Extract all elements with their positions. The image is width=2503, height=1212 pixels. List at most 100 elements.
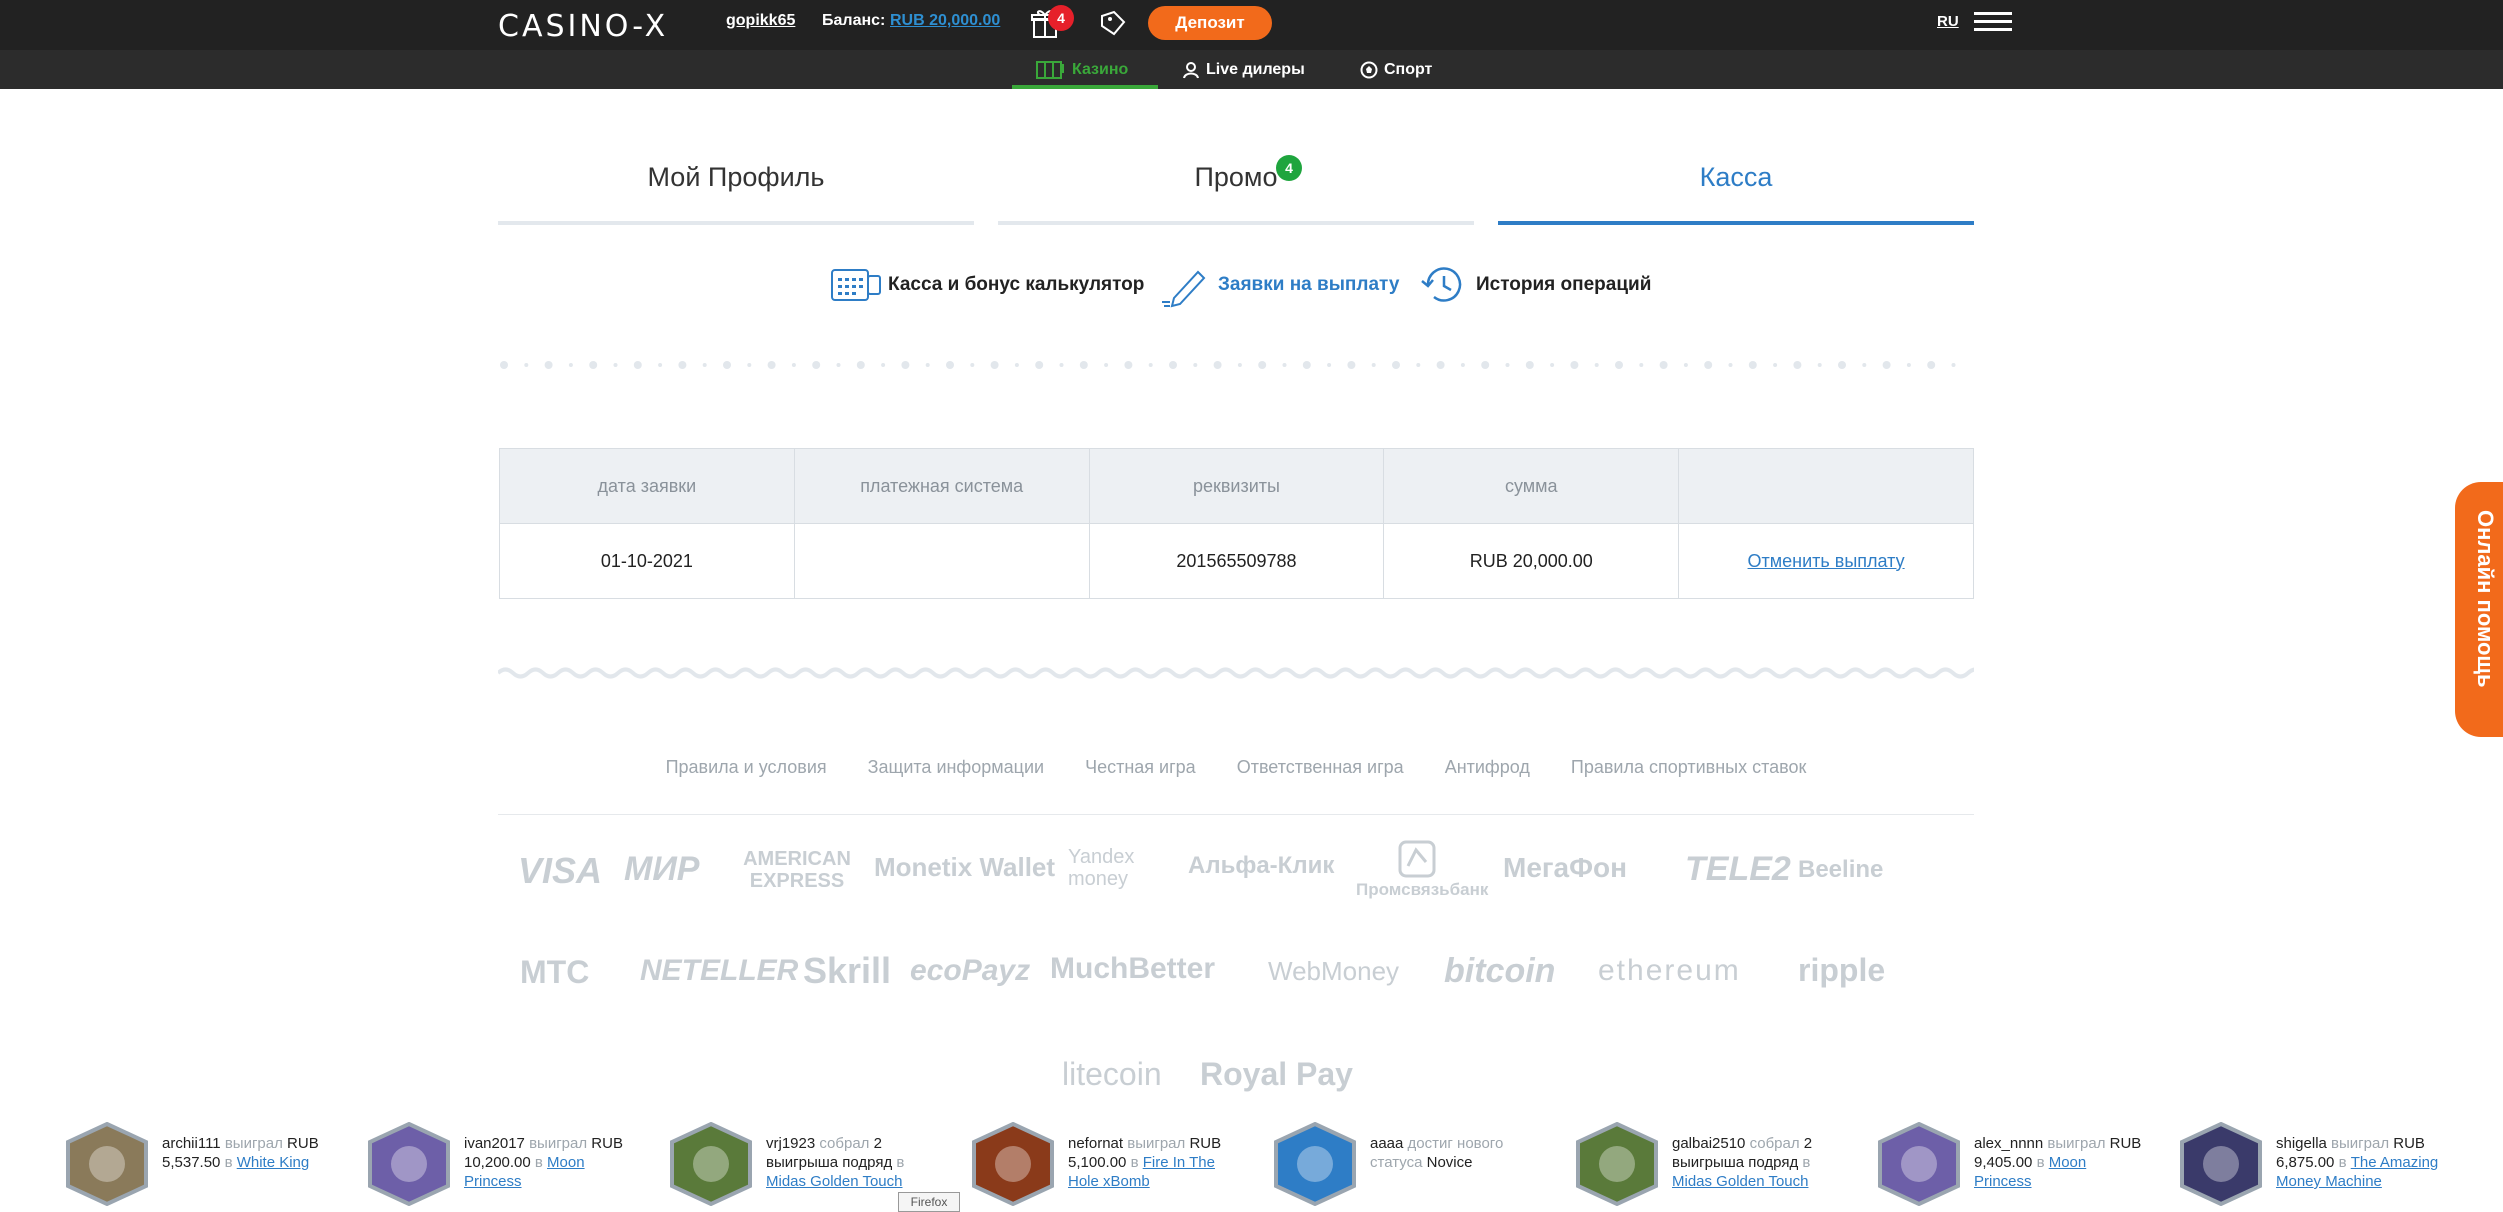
table-row: 01-10-2021 201565509788 RUB 20,000.00 От… bbox=[499, 523, 1974, 599]
game-thumbnail-icon[interactable] bbox=[968, 1122, 1058, 1206]
nav-live-dealers[interactable]: Live дилеры bbox=[1182, 50, 1305, 89]
balance-label: Баланс: bbox=[822, 12, 886, 29]
game-thumbnail-icon[interactable] bbox=[62, 1122, 152, 1206]
webmoney-logo: WebMoney bbox=[1268, 956, 1400, 986]
royal-pay-logo: Royal Pay bbox=[1200, 1056, 1353, 1092]
column-header bbox=[1678, 448, 1974, 524]
account-tabs: Мой Профиль Промо Касса bbox=[498, 140, 1974, 225]
tab-promo[interactable]: Промо bbox=[998, 140, 1474, 225]
game-thumbnail-icon[interactable] bbox=[1270, 1122, 1360, 1206]
menu-icon[interactable] bbox=[1974, 12, 2012, 34]
muchbetter-logo: MuchBetter bbox=[1050, 952, 1216, 985]
footer-link-antifraud[interactable]: Антифрод bbox=[1445, 757, 1530, 777]
pencil-icon bbox=[1162, 270, 1206, 308]
winner-text: ivan2017 выиграл RUB 10,200.00 в Moon Pr… bbox=[464, 1134, 634, 1191]
subtab-cashier-calculator[interactable]: Касса и бонус калькулятор bbox=[830, 262, 1144, 308]
winner-username: alex_nnnn bbox=[1974, 1135, 2044, 1152]
winner-text: shigella выиграл RUB 6,875.00 в The Amaz… bbox=[2276, 1134, 2446, 1191]
promo-tag-icon[interactable] bbox=[1098, 8, 1128, 38]
winner-verb: собрал bbox=[819, 1135, 870, 1152]
footer-link-privacy[interactable]: Защита информации bbox=[868, 757, 1044, 777]
winner-verb: выиграл bbox=[1127, 1135, 1186, 1152]
footer-link-fair-play[interactable]: Честная игра bbox=[1085, 757, 1196, 777]
tab-promo-underline bbox=[998, 221, 1474, 225]
winner-text: archii111 выиграл RUB 5,537.50 в White K… bbox=[162, 1134, 332, 1172]
nav-casino-label: Казино bbox=[1072, 61, 1129, 78]
winner-verb: выиграл bbox=[2331, 1135, 2390, 1152]
payment-details: 201565509788 bbox=[1088, 523, 1385, 599]
winner-preposition: в bbox=[224, 1154, 233, 1171]
winner-text: aaaa достиг нового статуса Novice bbox=[1370, 1134, 1540, 1172]
tab-profile-label: Мой Профиль bbox=[647, 162, 825, 192]
yandex-money-logo: Yandex money bbox=[1068, 846, 1135, 890]
casino-logo[interactable]: CASINO-X bbox=[498, 9, 668, 44]
game-thumbnail-icon[interactable] bbox=[1572, 1122, 1662, 1206]
winner-text: vrj1923 собрал 2 выигрыша подряд в Midas… bbox=[766, 1134, 936, 1191]
section-nav: Казино Live дилеры Спорт bbox=[0, 50, 2503, 89]
game-thumbnail-icon[interactable] bbox=[1874, 1122, 1964, 1206]
action-cell: Отменить выплату bbox=[1678, 523, 1974, 599]
subtab-cashier-calculator-label: Касса и бонус калькулятор bbox=[888, 274, 1145, 295]
tab-profile-underline bbox=[498, 221, 974, 225]
tab-promo-label: Промо bbox=[1194, 162, 1278, 192]
soccer-ball-icon bbox=[1360, 61, 1378, 79]
table-header-row: дата заявки платежная система реквизиты … bbox=[499, 448, 1974, 524]
deposit-button[interactable]: Депозит bbox=[1148, 6, 1272, 40]
winner-preposition: в bbox=[896, 1154, 905, 1171]
column-header: дата заявки bbox=[499, 448, 795, 524]
dotted-divider bbox=[500, 361, 1956, 369]
game-thumbnail-icon[interactable] bbox=[364, 1122, 454, 1206]
dealer-icon bbox=[1183, 62, 1199, 79]
winner-username: nefornat bbox=[1068, 1135, 1124, 1152]
alfa-click-logo: Альфа-Клик bbox=[1188, 852, 1335, 879]
footer-link-terms[interactable]: Правила и условия bbox=[666, 757, 827, 777]
visa-logo: VISA bbox=[518, 850, 603, 891]
beeline-logo: Beeline bbox=[1798, 856, 1884, 883]
winner-status: Novice bbox=[1426, 1154, 1473, 1171]
subtab-history-label: История операций bbox=[1476, 274, 1652, 295]
footer-link-sport-rules[interactable]: Правила спортивных ставок bbox=[1571, 757, 1807, 777]
winner-username: shigella bbox=[2276, 1135, 2327, 1152]
payment-system bbox=[793, 523, 1090, 599]
mts-logo: МТС bbox=[520, 954, 590, 990]
footer-divider bbox=[498, 814, 1974, 815]
column-header: реквизиты bbox=[1088, 448, 1385, 524]
balance-value[interactable]: RUB 20,000.00 bbox=[890, 12, 1000, 30]
winner-verb: выиграл bbox=[224, 1135, 283, 1152]
amex-logo: AMERICAN EXPRESS bbox=[743, 848, 851, 892]
winner-game-link[interactable]: Midas Golden Touch bbox=[1672, 1173, 1808, 1190]
request-amount: RUB 20,000.00 bbox=[1383, 523, 1680, 599]
winner-preposition: в bbox=[534, 1154, 543, 1171]
username-link[interactable]: gopikk65 bbox=[726, 12, 795, 30]
nav-casino[interactable]: Казино bbox=[1036, 50, 1128, 89]
game-thumbnail-icon[interactable] bbox=[2176, 1122, 2266, 1206]
subtab-withdrawal-requests[interactable]: Заявки на выплату bbox=[1160, 262, 1399, 308]
game-thumbnail-icon[interactable] bbox=[666, 1122, 756, 1206]
language-selector[interactable]: RU bbox=[1937, 13, 1959, 30]
ethereum-logo: ethereum bbox=[1598, 954, 1741, 987]
nav-sport[interactable]: Спорт bbox=[1360, 50, 1432, 89]
tab-profile[interactable]: Мой Профиль bbox=[498, 140, 974, 225]
top-bar: CASINO-X gopikk65 Баланс: RUB 20,000.00 … bbox=[0, 0, 2503, 50]
winner-username: archii111 bbox=[162, 1135, 221, 1152]
tab-cashier[interactable]: Касса bbox=[1498, 140, 1974, 225]
winner-preposition: в bbox=[1802, 1154, 1811, 1171]
column-header: платежная система bbox=[793, 448, 1090, 524]
footer-link-responsible-gaming[interactable]: Ответственная игра bbox=[1237, 757, 1404, 777]
active-nav-indicator bbox=[1012, 85, 1158, 89]
winner-preposition: в bbox=[1130, 1154, 1139, 1171]
promsvyazbank-logo: Промсвязьбанк bbox=[1356, 880, 1489, 899]
monetix-logo: Monetix Wallet bbox=[874, 852, 1056, 882]
subtab-operations-history[interactable]: История операций bbox=[1418, 262, 1651, 308]
neteller-logo: NETELLER bbox=[640, 954, 799, 987]
ripple-logo: ripple bbox=[1798, 952, 1886, 988]
winner-text: nefornat выиграл RUB 5,100.00 в Fire In … bbox=[1068, 1134, 1238, 1191]
cancel-withdrawal-link[interactable]: Отменить выплату bbox=[1748, 551, 1905, 571]
recent-winners-ticker: archii111 выиграл RUB 5,537.50 в White K… bbox=[0, 1118, 2503, 1207]
winner-game-link[interactable]: Midas Golden Touch bbox=[766, 1173, 902, 1190]
skrill-logo: Skrill bbox=[803, 950, 892, 991]
column-header: сумма bbox=[1383, 448, 1680, 524]
winner-username: ivan2017 bbox=[464, 1135, 525, 1152]
bitcoin-logo: bitcoin bbox=[1444, 952, 1556, 990]
winner-game-link[interactable]: White King bbox=[237, 1154, 310, 1171]
